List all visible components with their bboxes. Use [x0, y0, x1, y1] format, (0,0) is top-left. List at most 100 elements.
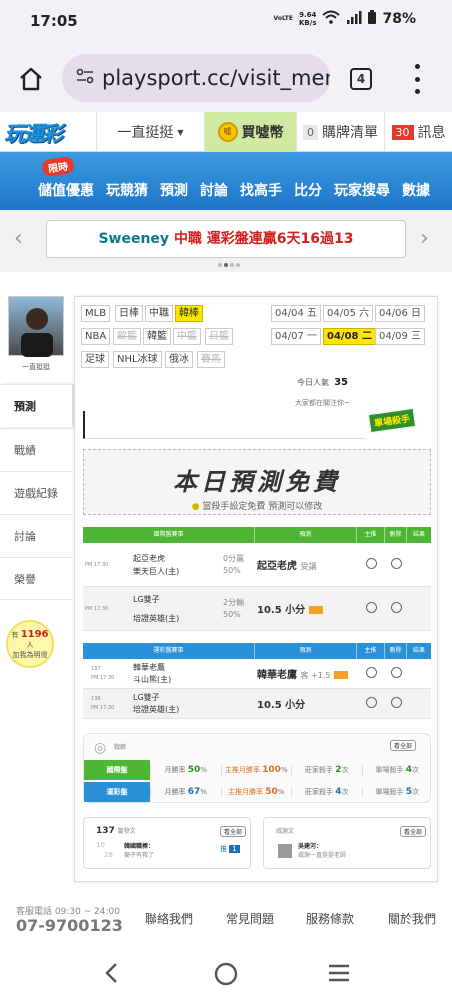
league-khl[interactable]: 俄冰	[165, 351, 193, 368]
tab-switcher-button[interactable]: 4	[350, 68, 372, 90]
league-mlb[interactable]: MLB	[81, 305, 111, 322]
back-icon[interactable]	[104, 962, 120, 988]
thanks-view-all-button[interactable]: 看全部	[400, 826, 427, 837]
nav-item-predict[interactable]: 預測	[160, 180, 188, 200]
delete-radio[interactable]	[390, 557, 402, 569]
footer-link-contact[interactable]: 聯絡我們	[145, 910, 193, 927]
messages-label: 訊息	[417, 125, 446, 141]
nav-item-data[interactable]: 數據	[402, 180, 430, 200]
nav-item-experts[interactable]: 找高手	[240, 180, 282, 200]
nav-item-play[interactable]: 玩競猜	[106, 180, 148, 200]
posts-count: 137 篇發文	[96, 826, 136, 836]
fans-count: 1196	[20, 629, 49, 640]
home-icon[interactable]	[18, 66, 44, 92]
stats-view-all-button[interactable]: 看全部	[390, 740, 417, 751]
avatar[interactable]	[8, 296, 64, 357]
banner-next-icon[interactable]: ›	[420, 226, 429, 251]
table-row: 136 PM 17:30 LG雙子 培證英雄(主) 10.5 小分	[83, 689, 431, 719]
intl-pick-1: 起亞老虎 受讓	[257, 561, 317, 572]
nav-item-scores[interactable]: 比分	[294, 180, 322, 200]
league-kbl[interactable]: 韓籃	[143, 328, 171, 345]
more-menu-icon[interactable]	[414, 64, 420, 94]
free-prediction-banner: 本日預測免費 ● 當殺手設定免費 預測可以修改	[83, 449, 431, 515]
date-0408[interactable]: 04/08 二	[323, 328, 376, 345]
site-footer: 客服電話 09:30 ~ 24:00 07-9700123 聯絡我們 常見問題 …	[0, 890, 452, 950]
prediction-note-input[interactable]	[83, 411, 365, 439]
hot-tag-icon	[333, 671, 348, 679]
status-bar: 17:05 VoLTE 9.64 KB/s 78%	[0, 0, 452, 44]
announcement-banner: ‹ Sweeney 中職 運彩盤連贏6天16過13 ›	[0, 210, 452, 272]
user-dropdown[interactable]: 一直挺挺 ▼	[96, 112, 204, 152]
league-soccer[interactable]: 足球	[81, 351, 109, 368]
main-pick-radio[interactable]	[365, 696, 377, 708]
bulb-icon: ●	[191, 502, 200, 512]
address-bar[interactable]: playsport.cc/visit_mem	[62, 54, 330, 102]
single-killer-ribbon: 單場殺手	[367, 407, 417, 434]
league-nba[interactable]: NBA	[81, 328, 111, 345]
intl-stats-row: 國際盤 月勝率 50% 主推月勝率 100% 莊家殺手 2次 單場殺手 4次	[84, 760, 432, 780]
status-time: 17:05	[30, 12, 78, 30]
league-npb[interactable]: 日棒	[115, 305, 143, 322]
main-pick-radio[interactable]	[365, 557, 377, 569]
date-0409[interactable]: 04/09 三	[375, 328, 425, 345]
footer-link-about[interactable]: 關於我們	[388, 910, 436, 927]
service-phone[interactable]: 07-9700123	[16, 916, 123, 935]
site-logo[interactable]: 玩運彩	[4, 118, 76, 146]
main-pick-radio[interactable]	[365, 601, 377, 613]
nav-item-player-search[interactable]: 玩家搜尋	[334, 180, 390, 200]
free-subtitle: ● 當殺手設定免費 預測可以修改	[191, 502, 323, 512]
site-settings-icon[interactable]	[76, 68, 94, 88]
sidebar-item-discuss[interactable]: 討論	[0, 514, 72, 557]
url-text: playsport.cc/visit_mem	[102, 66, 330, 90]
status-icons: VoLTE 9.64 KB/s 78%	[274, 10, 416, 28]
intl-odds-table: 國際盤賽事 預測 主推 刪除 結果 PM 17:30 起亞老虎 樂天巨人(主) 0…	[83, 527, 431, 631]
league-b-league: 日籃	[205, 328, 233, 345]
lottery-stats-row: 運彩盤 月勝率 67% 主推月勝率 50% 莊家殺手 4次 單場殺手 5次	[84, 782, 432, 802]
league-kbo[interactable]: 韓棒	[175, 305, 203, 322]
signal-icon	[346, 10, 362, 28]
recents-icon[interactable]	[328, 964, 350, 986]
sidebar-item-record[interactable]: 戰績	[0, 428, 72, 471]
posts-view-all-button[interactable]: 看全部	[220, 826, 247, 837]
thanks-item[interactable]: 吳建河： 威謝一直挺挺老師	[298, 842, 346, 860]
message-count-badge: 30	[391, 124, 414, 140]
league-cpbl[interactable]: 中職	[145, 305, 173, 322]
footer-link-terms[interactable]: 服務條款	[306, 910, 354, 927]
league-nhl[interactable]: NHL冰球	[113, 351, 162, 368]
home-button-icon[interactable]	[214, 962, 238, 990]
limited-time-badge: 限時	[40, 155, 76, 178]
cart-button[interactable]: 0 購牌清單	[296, 112, 384, 152]
sidebar-item-game-log[interactable]: 遊戲紀錄	[0, 471, 72, 514]
delete-radio[interactable]	[390, 601, 402, 613]
post-item[interactable]: 韓國職棒： 獅子有救了	[124, 842, 154, 860]
sidebar-item-predict[interactable]: 預測	[0, 384, 72, 427]
lottery-odds-table: 運彩盤賽事 預測 主推 刪除 結果 137 PM 17:30 韓華老鷹 斗山熊(主)…	[83, 643, 431, 719]
sidebar-item-honor[interactable]: 榮譽	[0, 557, 72, 600]
net-speed: 9.64 KB/s	[299, 11, 317, 27]
table-row: 137 PM 17:30 韓華老鷹 斗山熊(主) 韓華老鷹 客 +1.5	[83, 659, 431, 689]
date-0405[interactable]: 04/05 六	[323, 305, 373, 322]
fans-label: 加我為明燈	[12, 651, 48, 659]
date-0407[interactable]: 04/07 一	[271, 328, 321, 345]
date-0406[interactable]: 04/06 日	[375, 305, 425, 322]
banner-prev-icon[interactable]: ‹	[14, 226, 23, 251]
thanks-avatar	[278, 844, 292, 858]
fans-lightbulb[interactable]: 有 1196 人 加我為明燈	[6, 620, 54, 668]
nav-item-topup[interactable]: 儲值優惠	[38, 180, 94, 200]
stats-title: 戰績	[114, 744, 127, 751]
buy-coin-button[interactable]: 噓 買噓幣	[204, 112, 296, 152]
main-pick-radio[interactable]	[365, 666, 377, 678]
delete-radio[interactable]	[390, 666, 402, 678]
prediction-panel: MLB 日棒 中職 韓棒 NBA 歐籃 韓籃 中籃 日籃 足球 NHL冰球 俄冰…	[74, 296, 438, 882]
nav-items: 儲值優惠 玩競猜 預測 討論 找高手 比分 玩家搜尋 數據	[38, 180, 430, 200]
banner-message[interactable]: Sweeney 中職 運彩盤連贏6天16過13	[46, 220, 406, 258]
delete-radio[interactable]	[390, 696, 402, 708]
messages-button[interactable]: 30 訊息	[384, 112, 452, 152]
table-row: PM 17:30 LG雙子 培證英雄(主) 2分輸 50% 10.5 小分	[83, 587, 431, 631]
record-icon: ◎	[94, 740, 107, 756]
lottery-table-header: 運彩盤賽事 預測 主推 刪除 結果	[83, 643, 431, 659]
footer-link-faq[interactable]: 常見問題	[226, 910, 274, 927]
nav-item-discuss[interactable]: 討論	[200, 180, 228, 200]
wifi-icon	[322, 10, 341, 28]
date-0404[interactable]: 04/04 五	[271, 305, 321, 322]
